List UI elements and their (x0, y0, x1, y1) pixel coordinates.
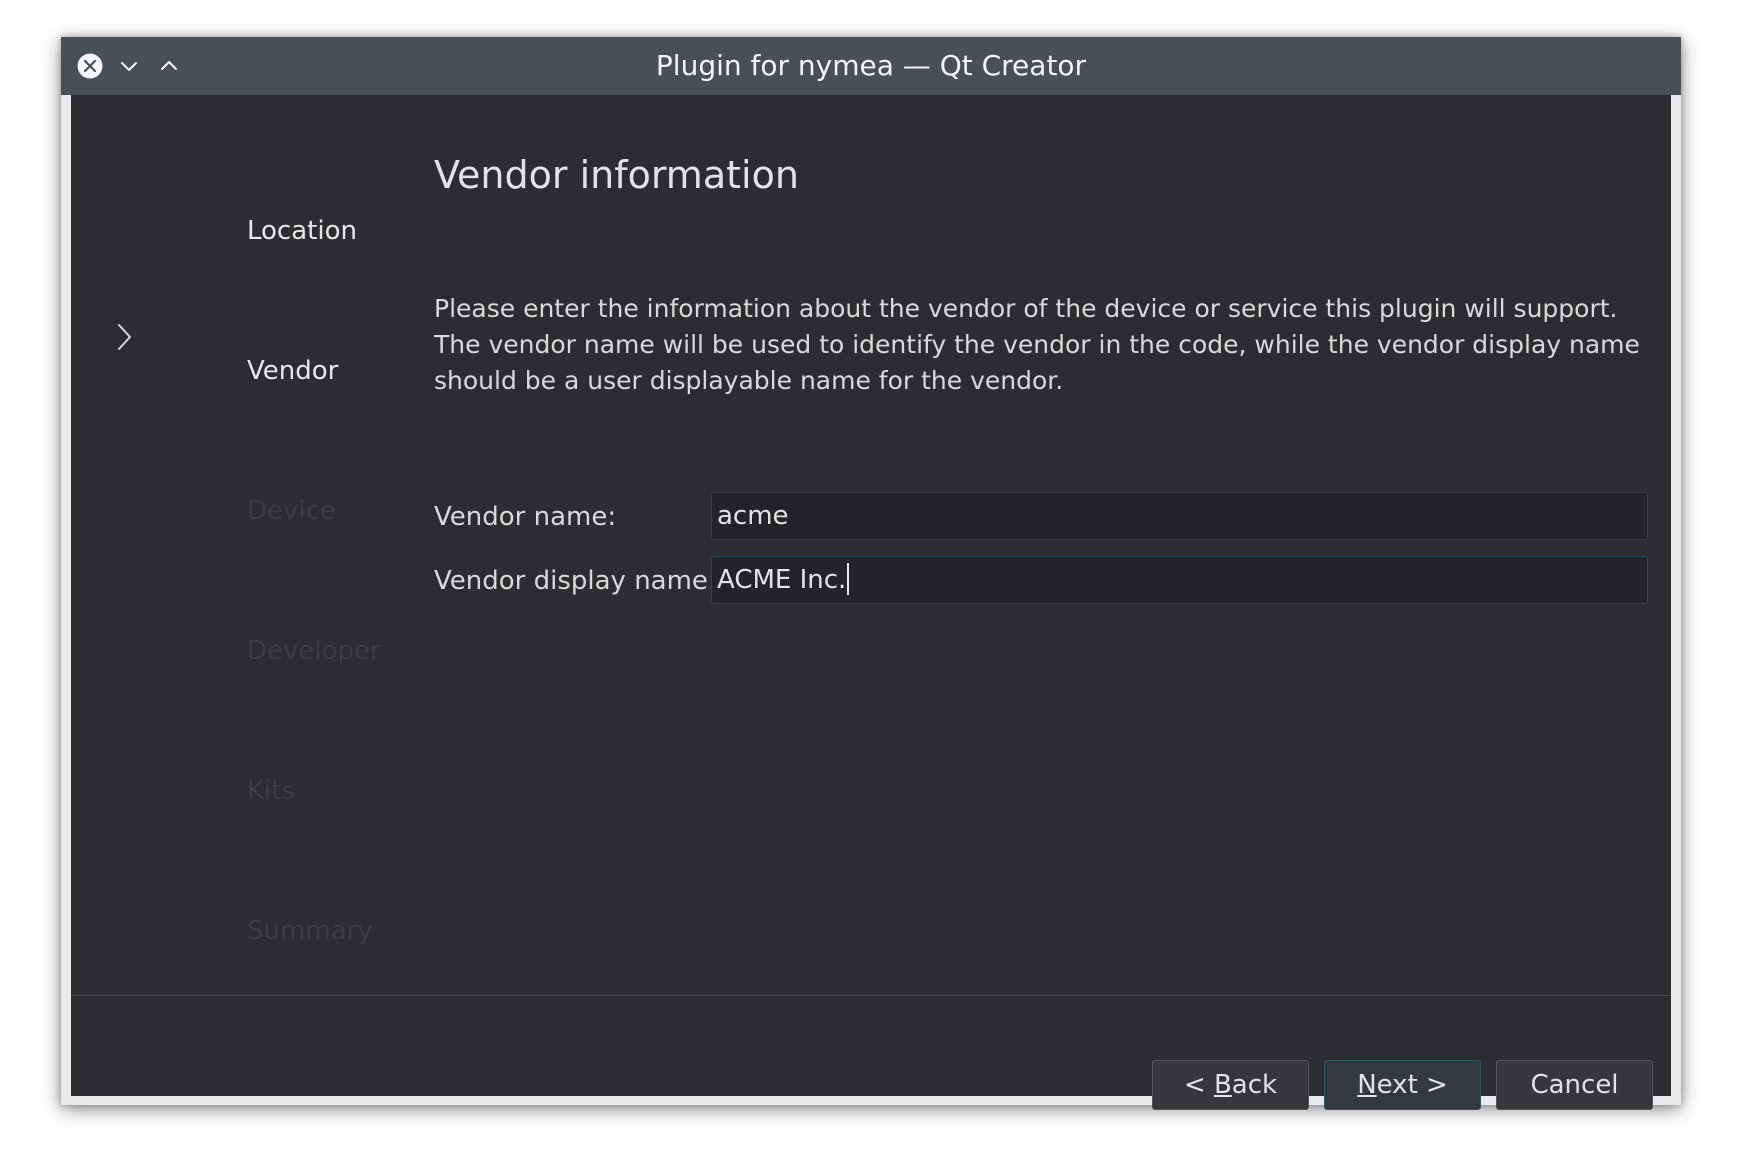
page-description: Please enter the information about the v… (434, 294, 1640, 395)
wizard-step-device: Device (247, 496, 336, 526)
wizard-step-summary: Summary (247, 916, 373, 946)
next-button-rest: ext > (1376, 1070, 1448, 1100)
vendor-display-name-value: ACME Inc. (717, 565, 847, 595)
vendor-name-label: Vendor name: (434, 502, 617, 532)
title-bar[interactable]: Plugin for nymea — Qt Creator (61, 37, 1681, 95)
page-title: Vendor information (434, 153, 799, 197)
next-button[interactable]: Next > (1324, 1060, 1481, 1110)
wizard-step-kits: Kits (247, 776, 296, 806)
wizard-steps-sidebar: Location Vendor Device Developer Kits Su… (71, 95, 451, 995)
vendor-name-input[interactable]: acme (711, 492, 1648, 540)
vendor-display-name-input[interactable]: ACME Inc. (711, 556, 1648, 604)
wizard-step-vendor: Vendor (247, 356, 339, 386)
button-area-divider (71, 995, 1671, 996)
back-button-rest: ack (1231, 1070, 1278, 1100)
text-caret (847, 562, 850, 595)
wizard-content: Location Vendor Device Developer Kits Su… (71, 95, 1671, 1110)
vendor-display-name-label: Vendor display name: (434, 566, 717, 596)
back-button[interactable]: < Back (1152, 1060, 1309, 1110)
cancel-button[interactable]: Cancel (1496, 1060, 1653, 1110)
next-button-mnemonic: N (1357, 1070, 1377, 1100)
current-step-arrow-icon (118, 324, 131, 350)
wizard-step-developer: Developer (247, 636, 381, 666)
back-button-prefix: < (1183, 1070, 1214, 1100)
window-title: Plugin for nymea — Qt Creator (655, 49, 1087, 82)
wizard-window: Plugin for nymea — Qt Creator Location V… (61, 37, 1681, 1110)
back-button-mnemonic: B (1213, 1070, 1232, 1100)
vendor-name-value: acme (717, 501, 789, 531)
wizard-step-location: Location (247, 216, 357, 246)
